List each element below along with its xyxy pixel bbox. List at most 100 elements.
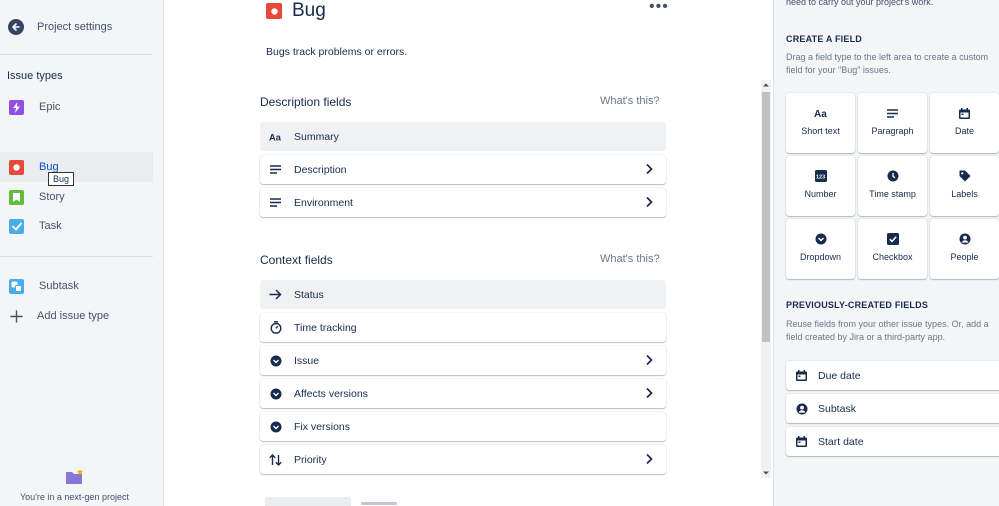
dropdown-icon bbox=[786, 233, 855, 245]
dropdown-icon bbox=[269, 420, 282, 433]
scrollbar[interactable] bbox=[761, 80, 771, 478]
back-arrow-icon bbox=[8, 19, 24, 35]
field-label: Fix versions bbox=[294, 420, 351, 433]
description-fields-title: Description fields bbox=[260, 95, 352, 109]
description-fields-help-link[interactable]: What's this? bbox=[600, 95, 660, 107]
field-row-fix-versions[interactable]: Fix versions bbox=[260, 412, 666, 441]
paragraph-icon bbox=[269, 163, 282, 176]
field-type-short-text[interactable]: Aa Short text bbox=[786, 93, 855, 153]
chevron-right-icon[interactable] bbox=[643, 453, 655, 465]
more-options-button[interactable]: ••• bbox=[649, 0, 669, 15]
calendar-icon bbox=[795, 435, 808, 448]
previous-field-subtask[interactable]: Subtask bbox=[786, 394, 999, 423]
svg-text:123: 123 bbox=[816, 174, 825, 180]
sidebar-item-label: Task bbox=[39, 220, 62, 232]
next-gen-footnote: You're in a next-gen project bbox=[20, 492, 129, 502]
field-label: Affects versions bbox=[294, 387, 368, 400]
field-type-paragraph[interactable]: Paragraph bbox=[858, 93, 927, 153]
chevron-right-icon[interactable] bbox=[643, 354, 655, 366]
main-content: Bug ••• Bugs track problems or errors. D… bbox=[165, 0, 772, 506]
story-icon bbox=[9, 189, 24, 205]
scroll-down-icon[interactable] bbox=[761, 468, 771, 478]
text-icon: Aa bbox=[786, 107, 855, 119]
field-type-label: People bbox=[950, 252, 979, 262]
add-issue-type-label: Add issue type bbox=[37, 310, 110, 322]
bug-icon bbox=[9, 159, 24, 175]
field-label: Time tracking bbox=[294, 321, 357, 334]
page-title: Bug bbox=[292, 0, 326, 21]
dropdown-icon bbox=[269, 354, 282, 367]
field-row-affects-versions[interactable]: Affects versions bbox=[260, 379, 666, 408]
field-type-labels[interactable]: Labels bbox=[930, 156, 999, 216]
sidebar: Project settings Issue types Epic Bug Bu… bbox=[0, 0, 164, 506]
sidebar-item-label: Story bbox=[39, 191, 65, 203]
field-type-people[interactable]: People bbox=[930, 219, 999, 279]
field-type-label: Paragraph bbox=[871, 126, 914, 136]
sidebar-item-subtask[interactable]: Subtask bbox=[0, 271, 153, 301]
field-row-issue[interactable]: Issue bbox=[260, 346, 666, 375]
issue-types-heading: Issue types bbox=[7, 70, 63, 82]
footer-tab[interactable] bbox=[265, 497, 351, 506]
chevron-right-icon[interactable] bbox=[643, 196, 655, 208]
scroll-up-icon[interactable] bbox=[761, 80, 771, 90]
scrollbar-thumb[interactable] bbox=[762, 92, 770, 342]
priority-icon bbox=[269, 453, 282, 466]
field-row-time-tracking[interactable]: Time tracking bbox=[260, 313, 666, 342]
calendar-icon bbox=[795, 369, 808, 382]
svg-text:Aa: Aa bbox=[814, 109, 827, 118]
add-issue-type-button[interactable]: Add issue type bbox=[0, 301, 153, 331]
previous-field-start-date[interactable]: Start date bbox=[786, 427, 999, 456]
chevron-right-icon[interactable] bbox=[643, 163, 655, 175]
sidebar-item-task[interactable]: Task bbox=[0, 211, 153, 241]
field-row-priority[interactable]: Priority bbox=[260, 445, 666, 474]
previous-field-due-date[interactable]: Due date bbox=[786, 361, 999, 390]
dropdown-icon bbox=[269, 387, 282, 400]
field-type-number[interactable]: 123 Number bbox=[786, 156, 855, 216]
field-label: Description bbox=[294, 163, 347, 176]
field-label: Subtask bbox=[818, 402, 856, 415]
task-icon bbox=[9, 218, 24, 234]
sidebar-item-label: Subtask bbox=[39, 280, 79, 292]
previous-fields-text: Reuse fields from your other issue types… bbox=[786, 319, 989, 342]
subtask-icon bbox=[9, 278, 24, 294]
field-label: Environment bbox=[294, 196, 353, 209]
sidebar-item-bug[interactable]: Bug bbox=[0, 152, 153, 182]
sidebar-item-epic[interactable]: Epic bbox=[0, 92, 153, 122]
epic-icon bbox=[9, 99, 24, 115]
paragraph-icon bbox=[269, 196, 282, 209]
chevron-right-icon[interactable] bbox=[643, 387, 655, 399]
field-type-date[interactable]: Date bbox=[930, 93, 999, 153]
field-label: Summary bbox=[294, 130, 339, 143]
divider bbox=[0, 54, 153, 55]
number-icon: 123 bbox=[786, 170, 855, 182]
field-type-time-stamp[interactable]: Time stamp bbox=[858, 156, 927, 216]
issue-type-description: Bugs track problems or errors. bbox=[266, 46, 408, 58]
panel-intro-text: need to carry out your project's work. bbox=[786, 0, 934, 7]
field-label: Due date bbox=[818, 369, 861, 382]
field-row-status[interactable]: Status bbox=[260, 280, 666, 309]
issue-header: Bug bbox=[266, 0, 326, 22]
field-row-environment[interactable]: Environment bbox=[260, 188, 666, 217]
field-row-description[interactable]: Description bbox=[260, 155, 666, 184]
create-field-heading: CREATE A FIELD bbox=[786, 34, 862, 44]
checkbox-icon bbox=[858, 233, 927, 245]
field-label: Status bbox=[294, 288, 324, 301]
context-fields-title: Context fields bbox=[260, 253, 333, 267]
person-icon bbox=[930, 233, 999, 245]
label-icon bbox=[930, 170, 999, 182]
field-type-checkbox[interactable]: Checkbox bbox=[858, 219, 927, 279]
footer-tab[interactable] bbox=[361, 502, 397, 505]
field-type-label: Date bbox=[954, 126, 974, 136]
context-fields-help-link[interactable]: What's this? bbox=[600, 253, 660, 265]
field-type-dropdown[interactable]: Dropdown bbox=[786, 219, 855, 279]
back-to-project-settings[interactable]: Project settings bbox=[8, 18, 112, 36]
field-palette-panel: need to carry out your project's work. C… bbox=[773, 0, 999, 506]
field-row-summary[interactable]: Aa Summary bbox=[260, 122, 666, 151]
paragraph-icon bbox=[858, 107, 927, 119]
create-field-text: Drag a field type to the left area to cr… bbox=[786, 52, 989, 75]
sidebar-item-story[interactable]: Story bbox=[0, 182, 153, 212]
back-label: Project settings bbox=[37, 21, 113, 33]
plus-icon bbox=[9, 309, 24, 324]
field-type-label: Dropdown bbox=[799, 252, 842, 262]
field-label: Start date bbox=[818, 435, 864, 448]
